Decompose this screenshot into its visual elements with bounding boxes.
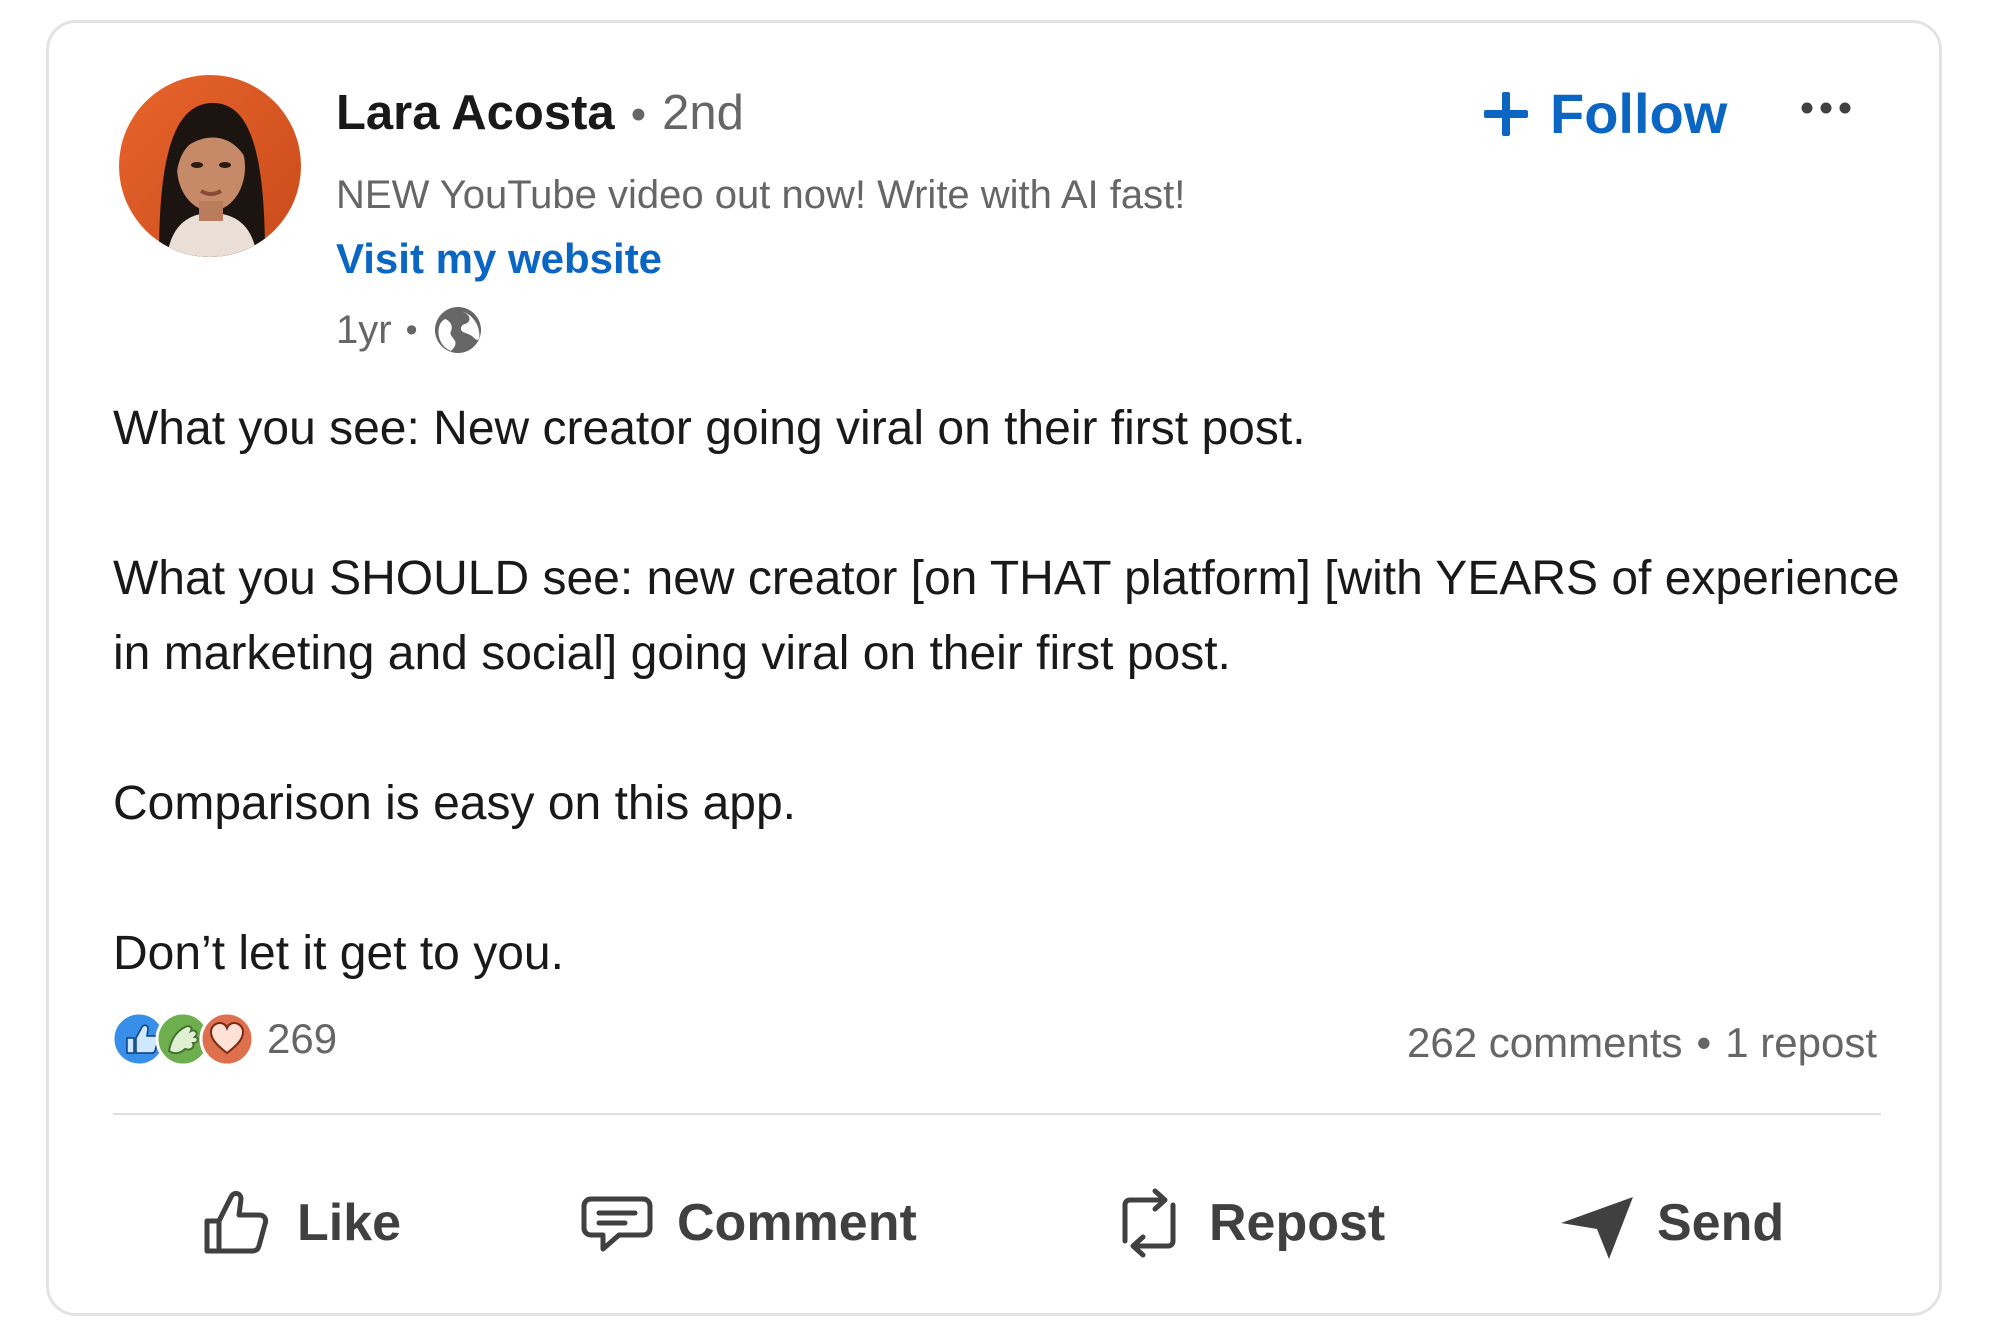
follow-label: Follow (1550, 82, 1728, 145)
comments-count-link[interactable]: 262 comments (1407, 1019, 1682, 1067)
author-avatar[interactable] (119, 75, 301, 257)
meta-separator: • (405, 310, 418, 349)
send-icon (1561, 1197, 1633, 1259)
repost-label: Repost (1209, 1194, 1386, 1252)
love-reaction-icon (199, 1011, 255, 1067)
repost-button[interactable]: Repost (1109, 1173, 1385, 1273)
send-button[interactable]: Send (1557, 1173, 1784, 1273)
post-card: Lara Acosta • 2nd NEW YouTube video out … (46, 20, 1942, 1316)
comment-button[interactable]: Comment (577, 1173, 917, 1273)
comment-icon (581, 1196, 653, 1252)
plus-icon (1484, 91, 1528, 136)
like-label: Like (297, 1194, 402, 1252)
stats-separator: • (1696, 1019, 1712, 1066)
post-body: What you see: New creator going viral on… (113, 391, 1913, 991)
reposts-count-link[interactable]: 1 repost (1725, 1019, 1877, 1067)
reaction-icons (111, 1011, 259, 1067)
more-options-button[interactable] (1799, 93, 1853, 123)
post-paragraph: Don’t let it get to you. (113, 927, 564, 980)
like-button[interactable]: Like (197, 1173, 401, 1273)
globe-icon (431, 303, 485, 357)
avatar-image (119, 75, 301, 257)
author-headline: NEW YouTube video out now! Write with AI… (336, 173, 1186, 217)
send-label: Send (1657, 1194, 1785, 1252)
follow-button[interactable]: Follow (1482, 81, 1727, 146)
post-time: 1yr (336, 307, 392, 352)
reactions-summary[interactable]: 269 (111, 1011, 337, 1067)
author-name-row: Lara Acosta • 2nd (336, 85, 744, 141)
name-separator: • (630, 90, 647, 139)
reaction-count: 269 (267, 1015, 338, 1062)
post-paragraph: Comparison is easy on this app. (113, 777, 797, 830)
post-paragraph: What you SHOULD see: new creator [on THA… (113, 552, 1900, 680)
repost-icon (1122, 1188, 1176, 1258)
actions-divider (113, 1113, 1881, 1115)
thumbs-up-icon (204, 1190, 269, 1254)
visit-website-link[interactable]: Visit my website (336, 235, 662, 283)
connection-degree: 2nd (662, 86, 744, 140)
post-meta: 1yr • (336, 303, 485, 357)
post-paragraph: What you see: New creator going viral on… (113, 402, 1306, 455)
comment-label: Comment (677, 1194, 917, 1252)
ellipsis-icon (1801, 102, 1851, 114)
engagement-stats: 262 comments • 1 repost (1407, 1019, 1877, 1067)
author-name[interactable]: Lara Acosta (336, 85, 615, 141)
